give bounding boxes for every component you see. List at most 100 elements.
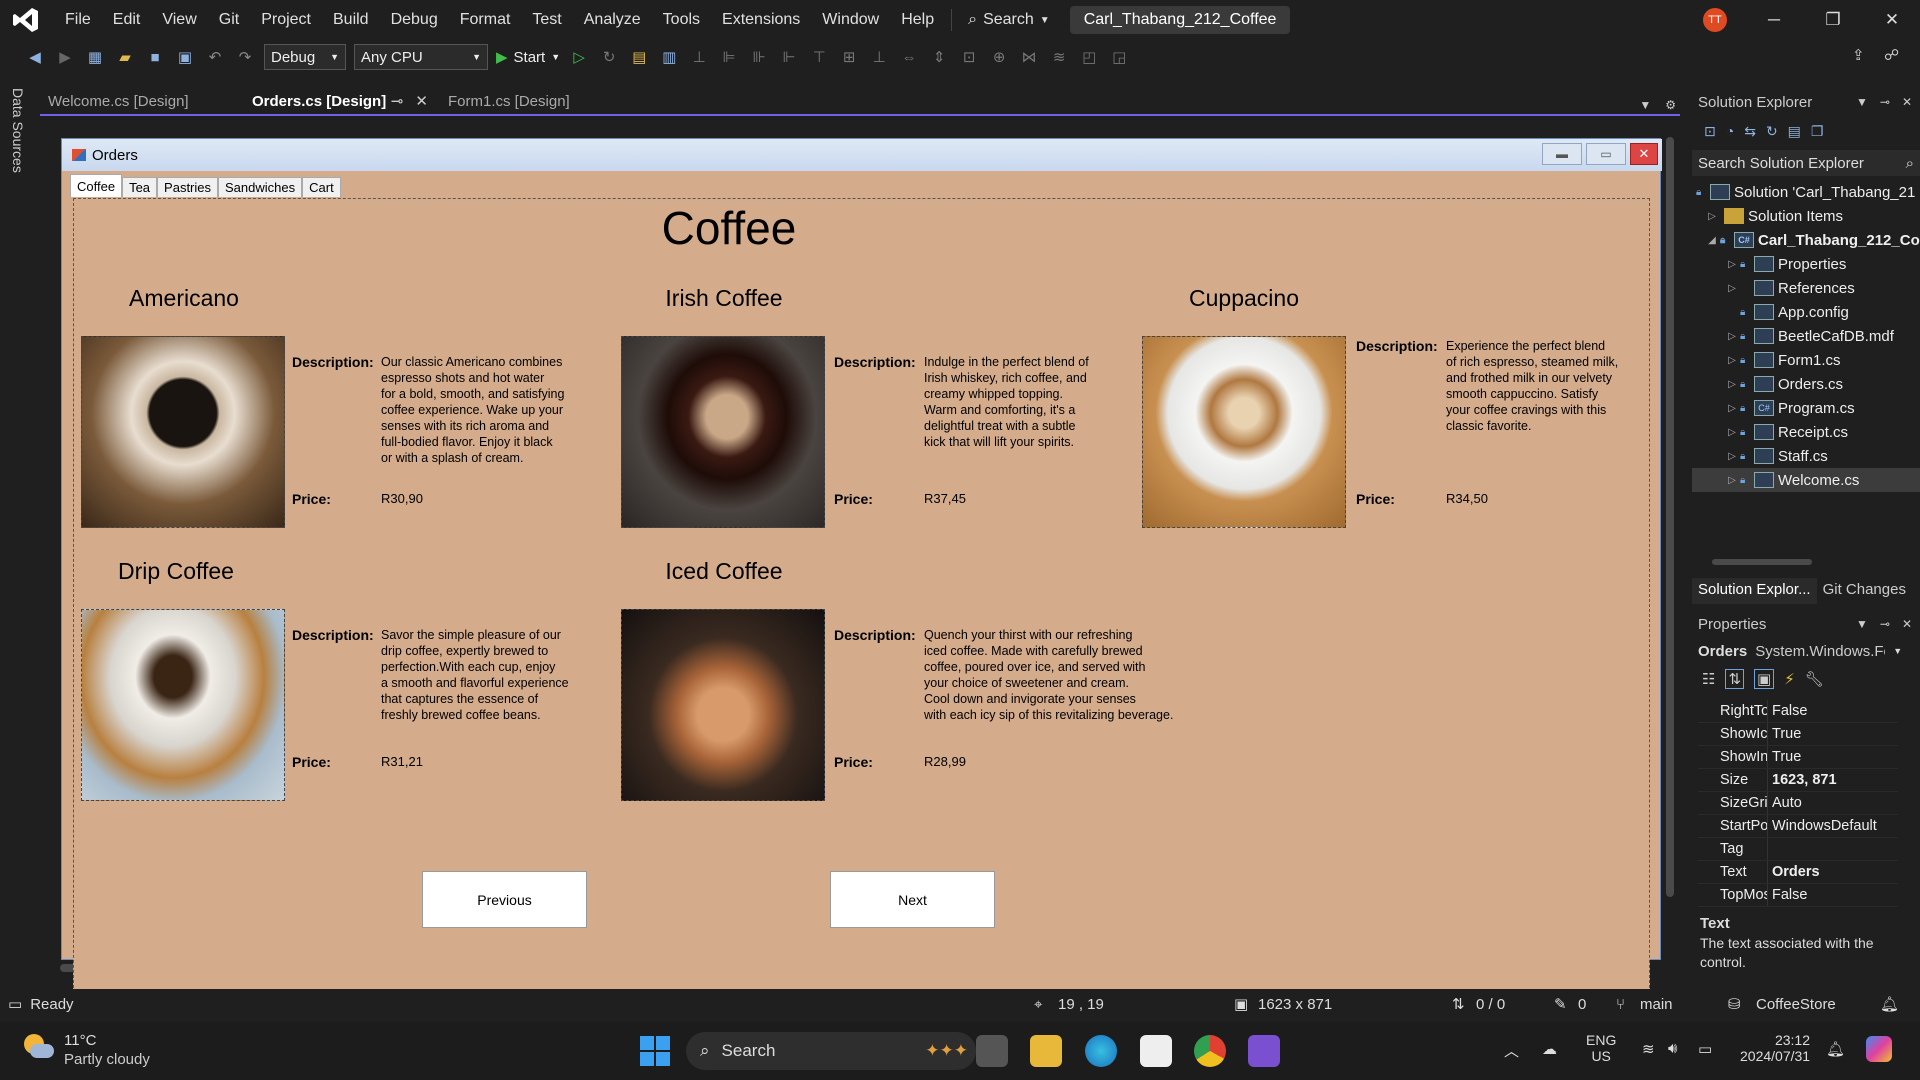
size-grid-icon[interactable]: ⊡ [958, 47, 980, 67]
undo-icon[interactable]: ↶ [204, 47, 226, 67]
pencil-icon[interactable]: ✎ [1554, 995, 1567, 1013]
chevron-down-icon[interactable]: ▼ [1639, 98, 1651, 112]
send-back-icon[interactable]: ◲ [1108, 47, 1130, 67]
tab-solution-explorer[interactable]: Solution Explor... [1692, 578, 1817, 604]
expand-arrow-icon[interactable]: ▷ [1724, 427, 1740, 438]
expand-arrow-icon[interactable]: ▷ [1724, 331, 1740, 342]
notification-bell-icon[interactable]: 🔔︎ [1826, 1040, 1845, 1058]
close-button[interactable]: ✕ [1864, 6, 1920, 34]
task-view-icon[interactable] [976, 1035, 1008, 1067]
restore-button[interactable]: ❐ [1805, 6, 1861, 34]
property-row[interactable]: TopMostFalse [1698, 884, 1898, 907]
expand-arrow-icon[interactable]: ▷ [1724, 451, 1740, 462]
menu-debug[interactable]: Debug [380, 11, 449, 29]
align-icon[interactable]: ⊥ [688, 47, 710, 67]
align-center-icon[interactable]: ⊪ [748, 47, 770, 67]
menu-git[interactable]: Git [208, 11, 250, 29]
search-button[interactable]: ⌕ Search ▼ [958, 11, 1060, 29]
property-value[interactable]: 1623, 871 [1768, 772, 1878, 788]
bring-front-icon[interactable]: ◰ [1078, 47, 1100, 67]
notifications-icon[interactable]: 🔔︎ [1880, 995, 1899, 1013]
tree-item[interactable]: ▷ 🔒︎ Welcome.cs [1692, 468, 1920, 492]
align-left-icon[interactable]: ⊫ [718, 47, 740, 67]
sync-off-icon[interactable]: ☁ [1542, 1040, 1557, 1058]
menu-tools[interactable]: Tools [652, 11, 711, 29]
show-all-files-icon[interactable]: ❐ [1811, 123, 1824, 140]
expand-arrow-icon[interactable]: ▷ [1724, 403, 1740, 414]
platform-dropdown[interactable]: Any CPU ▼ [354, 44, 488, 70]
weather-desc[interactable]: Partly cloudy [64, 1051, 150, 1068]
menu-view[interactable]: View [151, 11, 207, 29]
layout-icon[interactable]: ▥ [658, 47, 680, 67]
pin-icon[interactable]: ⊸ [1880, 617, 1890, 631]
visual-studio-taskbar-icon[interactable] [1248, 1035, 1280, 1067]
menu-analyze[interactable]: Analyze [573, 11, 652, 29]
avatar[interactable]: TT [1703, 8, 1727, 32]
tab-form1-design[interactable]: Form1.cs [Design] [440, 88, 610, 114]
battery-icon[interactable]: ▭ [1698, 1040, 1712, 1058]
history-icon[interactable]: ◔ [1726, 123, 1734, 139]
property-row[interactable]: Text Orders [1698, 861, 1898, 884]
form-maximize-button[interactable]: ▭ [1586, 143, 1626, 165]
repository-icon[interactable]: ⛁ [1728, 995, 1741, 1013]
tree-item[interactable]: ▷ 🔒︎ Receipt.cs [1692, 420, 1920, 444]
copilot-icon[interactable] [1866, 1036, 1892, 1062]
property-row[interactable]: StartPositWindowsDefault [1698, 815, 1898, 838]
tab-git-changes[interactable]: Git Changes [1817, 578, 1912, 604]
back-icon[interactable]: ◀ [24, 47, 46, 67]
gear-icon[interactable]: ⚙ [1665, 98, 1676, 112]
chevron-down-icon[interactable]: ▼ [1856, 617, 1868, 631]
menu-edit[interactable]: Edit [102, 11, 152, 29]
configuration-dropdown[interactable]: Debug ▼ [264, 44, 346, 70]
property-pages-icon[interactable]: 🔧︎ [1805, 670, 1824, 688]
redo-icon[interactable]: ↷ [234, 47, 256, 67]
status-repo[interactable]: CoffeeStore [1756, 996, 1836, 1013]
tree-item[interactable]: ◢ 🔒︎ C# Carl_Thabang_212_Co [1692, 228, 1920, 252]
property-row[interactable]: Size 1623, 871 [1698, 769, 1898, 792]
tree-item[interactable]: ▷ 🔒︎ Properties [1692, 252, 1920, 276]
forward-icon[interactable]: ▶ [54, 47, 76, 67]
hspace-icon[interactable]: ⋈ [1018, 47, 1040, 67]
hot-reload-icon[interactable]: ↻ [598, 47, 620, 67]
zoom-icon[interactable]: ⊕ [988, 47, 1010, 67]
property-value[interactable]: True [1768, 749, 1878, 765]
menu-project[interactable]: Project [250, 11, 322, 29]
chevron-down-icon[interactable]: ▼ [1856, 95, 1868, 109]
expand-arrow-icon[interactable]: ▷ [1724, 355, 1740, 366]
form-minimize-button[interactable]: ▬ [1542, 143, 1582, 165]
start-without-debugging-icon[interactable]: ▷ [568, 47, 590, 67]
menu-test[interactable]: Test [521, 11, 572, 29]
tab-sandwiches[interactable]: Sandwiches [218, 177, 303, 197]
tab-coffee[interactable]: Coffee [70, 174, 123, 197]
status-branch[interactable]: main [1640, 996, 1673, 1013]
tree-item[interactable]: ▷ 🔒︎ Form1.cs [1692, 348, 1920, 372]
property-row[interactable]: ShowIcorTrue [1698, 723, 1898, 746]
close-icon[interactable]: ✕ [1902, 95, 1912, 109]
properties-icon[interactable]: ▣ [1754, 669, 1775, 689]
tree-item[interactable]: ▷ 🔒︎ Staff.cs [1692, 444, 1920, 468]
switch-views-icon[interactable]: ⊡ [1704, 123, 1716, 140]
tab-pastries[interactable]: Pastries [157, 177, 219, 197]
tab-cart[interactable]: Cart [302, 177, 341, 197]
property-row[interactable]: Tag [1698, 838, 1898, 861]
categorized-icon[interactable]: ☷ [1702, 670, 1715, 688]
menu-file[interactable]: File [54, 11, 102, 29]
property-value[interactable]: False [1768, 887, 1878, 903]
align-middle-icon[interactable]: ⊞ [838, 47, 860, 67]
start-menu-icon[interactable] [640, 1036, 670, 1066]
refresh-icon[interactable]: ↻ [1766, 123, 1778, 140]
property-value[interactable]: WindowsDefault [1768, 818, 1878, 834]
pin-icon[interactable]: ⊸ [391, 92, 404, 110]
close-icon[interactable]: ✕ [1902, 617, 1912, 631]
clock[interactable]: 23:12 2024/07/31 [1740, 1032, 1810, 1064]
property-value[interactable]: Orders [1768, 864, 1878, 880]
tab-welcome-design[interactable]: Welcome.cs [Design] [40, 88, 240, 114]
object-selector[interactable]: Orders System.Windows.For ▼ [1692, 638, 1920, 664]
collapse-all-icon[interactable]: ▤ [1788, 123, 1801, 140]
wifi-icon[interactable]: ≋ [1642, 1040, 1655, 1058]
previous-button[interactable]: Previous [422, 871, 587, 928]
language-indicator[interactable]: ENG US [1586, 1032, 1616, 1064]
sync-icon[interactable]: ⇆ [1744, 123, 1756, 140]
minimize-button[interactable]: ─ [1746, 6, 1802, 34]
menu-format[interactable]: Format [449, 11, 522, 29]
